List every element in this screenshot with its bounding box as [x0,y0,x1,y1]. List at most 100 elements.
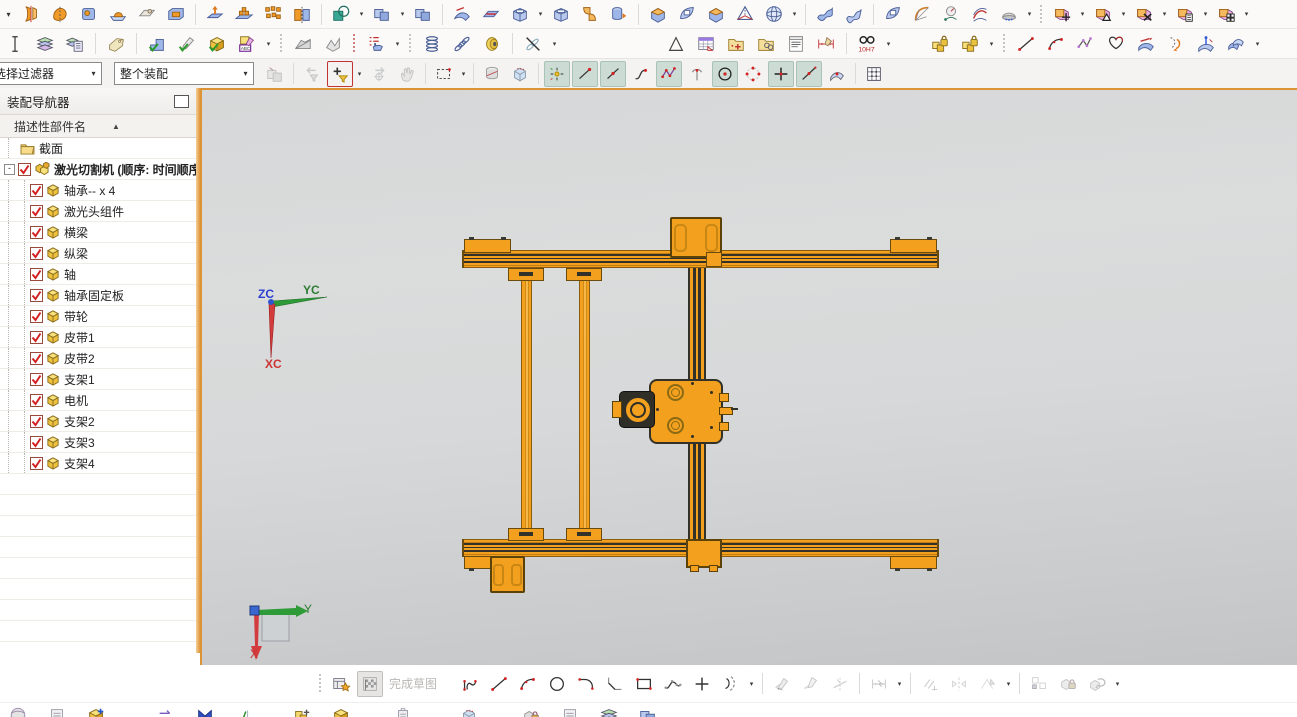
assembly-constraint-icon[interactable] [231,703,257,717]
measure-distance-icon[interactable] [813,31,839,57]
bearing-bracket[interactable] [508,268,544,281]
ruled-surface-icon[interactable] [812,1,838,27]
carriage-tab[interactable] [719,422,729,431]
datum-sheet-icon[interactable] [134,1,160,27]
tree-item[interactable]: 纵梁 [0,243,196,264]
tree-item[interactable]: 皮带2 [0,348,196,369]
visibility-checkbox[interactable] [30,246,43,260]
bounded-plane-icon[interactable] [880,1,906,27]
rapid-dimension-icon[interactable] [866,671,892,697]
make-corner-icon[interactable] [827,671,853,697]
profile-curve-icon[interactable] [1103,31,1129,57]
finish-flag-icon[interactable] [357,670,383,697]
fixing-plate[interactable] [890,237,937,253]
selection-scope-combo[interactable]: 整个装配 ▾ [114,62,254,85]
tree-item[interactable]: 截面 [0,138,196,159]
spring-icon[interactable] [449,31,475,57]
dropdown-caret[interactable]: ▾ [264,40,273,48]
pattern-feature-icon[interactable] [231,1,257,27]
carriage-tab[interactable] [719,393,729,402]
stepper-motor-bottom[interactable] [490,556,525,593]
wave-geometry-icon[interactable] [518,703,544,717]
expander-minus-icon[interactable]: - [4,163,15,175]
offset-surface-icon[interactable] [703,1,729,27]
dropdown-caret[interactable]: ▾ [1004,680,1013,688]
dropdown-caret[interactable]: ▾ [1078,10,1087,18]
extrude-icon[interactable] [202,1,228,27]
face-blend-icon[interactable] [996,1,1022,27]
tree-item[interactable]: 横梁 [0,222,196,243]
selection-list-icon[interactable] [363,31,389,57]
corner-connector[interactable] [706,252,722,267]
snap-midpoint-icon[interactable] [600,60,626,87]
display-constraints-icon[interactable] [975,671,1001,697]
thicken-icon[interactable] [548,1,574,27]
tree-item[interactable]: 激光头组件 [0,201,196,222]
dropdown-caret[interactable]: ▾ [357,10,366,18]
swept-icon[interactable] [449,1,475,27]
replace-component-icon[interactable] [153,703,179,717]
project-curve-icon[interactable] [1133,31,1159,57]
dropdown-caret[interactable]: ▾ [550,40,559,48]
cut-section-icon[interactable] [2,31,28,57]
dropdown-caret[interactable]: ▾ [398,10,407,18]
dropdown-caret[interactable]: ▾ [884,40,893,48]
pattern-face-icon[interactable] [1213,1,1239,27]
toolbar-drag-handle[interactable] [352,33,357,54]
open-parts-icon[interactable] [753,31,779,57]
visibility-checkbox[interactable] [30,204,43,218]
rectangle-icon[interactable] [631,671,657,697]
tree-item[interactable]: 轴承固定板 [0,285,196,306]
remember-constraints-icon[interactable] [957,31,983,57]
combined-projection-icon[interactable] [1163,31,1189,57]
sphere-icon[interactable] [761,1,787,27]
snap-point-on-curve-icon[interactable] [628,61,654,87]
alternate-solution-icon[interactable] [1084,671,1110,697]
corner-connector-bottom[interactable] [686,539,722,572]
wrap-icon[interactable] [606,1,632,27]
visibility-checkbox[interactable] [30,393,43,407]
laser-head-carriage[interactable] [649,379,723,444]
dropdown-caret[interactable]: ▾ [1119,10,1128,18]
dropdown-caret[interactable]: ▾ [895,680,904,688]
spring-coil-icon[interactable] [419,31,445,57]
column-header[interactable]: 描述性部件名 ▲ [0,115,196,138]
visibility-checkbox[interactable] [30,414,43,428]
dropdown-caret[interactable]: ▾ [1160,10,1169,18]
mirror-feature-icon[interactable] [289,1,315,27]
fillet-icon[interactable] [573,671,599,697]
chamfer-icon[interactable] [602,671,628,697]
snap-pole-icon[interactable] [656,60,682,87]
snap-endpoint-icon[interactable] [572,60,598,87]
add-part-icon[interactable] [723,31,749,57]
belt-rail-mid[interactable] [579,278,590,539]
bearing-bracket[interactable] [508,528,544,541]
float-panel-button[interactable] [174,94,189,108]
shell-icon[interactable] [507,1,533,27]
layer-category-icon[interactable] [62,31,88,57]
tag-icon[interactable] [103,31,129,57]
dropdown-caret[interactable]: ▾ [1025,10,1034,18]
tree-item[interactable]: 轴 [0,264,196,285]
chevron-down-icon[interactable]: ▾ [86,63,101,84]
tree-item[interactable]: 支架4 [0,453,196,474]
intersect-icon[interactable] [410,1,436,27]
fixing-plate[interactable] [464,237,511,253]
geometric-constraints-icon[interactable] [917,671,943,697]
sheet-flip-icon[interactable] [674,1,700,27]
line-icon[interactable] [1013,31,1039,57]
n-sided-surface-icon[interactable] [909,1,935,27]
clip-icon[interactable] [390,703,416,717]
dropdown-caret[interactable]: ▾ [987,40,996,48]
assembly-constraints-icon[interactable] [927,31,953,57]
tree-item[interactable]: 轴承-- x 4 [0,180,196,201]
tree-item[interactable]: 支架3 [0,432,196,453]
offset-curve-icon[interactable] [718,671,744,697]
overflow-dropdown[interactable]: ▾ [2,10,15,19]
visibility-checkbox[interactable] [30,330,43,344]
carriage-motor[interactable] [619,391,655,428]
through-curves-icon[interactable] [841,1,867,27]
sequence-icon[interactable] [557,703,583,717]
visibility-checkbox[interactable] [30,435,43,449]
graphics-window[interactable]: ZC YC XC Y X [200,88,1297,667]
